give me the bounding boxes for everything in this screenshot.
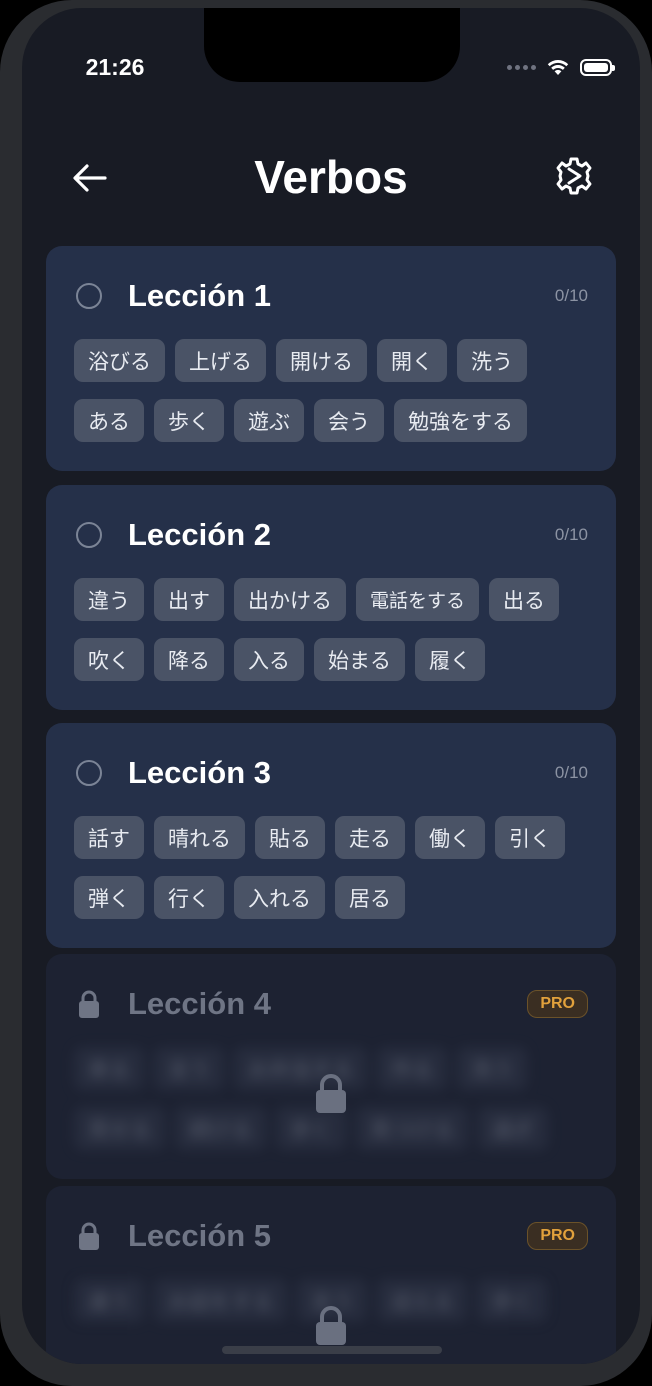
verb-chip: 見せる (74, 1107, 165, 1150)
verb-chip: 歩く (477, 1279, 548, 1322)
verb-chip: 迎える (377, 1279, 468, 1322)
verb-chip[interactable]: 出す (154, 578, 224, 621)
verb-chip[interactable]: 弾く (74, 876, 144, 919)
verb-chip[interactable]: 上げる (175, 339, 266, 382)
verb-chip[interactable]: 話す (74, 816, 144, 859)
verb-chip[interactable]: 出る (489, 578, 560, 621)
lesson-progress: 0/10 (554, 286, 588, 305)
gear-icon (556, 157, 592, 195)
lesson-card-4-locked[interactable]: Lección 4 PRO 来る 言う お弁当する 作る 洗う 見せる 続ける … (46, 954, 616, 1179)
verb-chip[interactable]: 吹く (74, 638, 144, 681)
phone-frame: 21:26 Verbos Lección 1 0/10 浴びる 上げる 開ける … (0, 0, 652, 1386)
verb-chip[interactable]: 電話をする (356, 578, 480, 621)
verb-chip: 過ぎ (478, 1107, 548, 1150)
verb-chip[interactable]: 開く (377, 339, 447, 382)
lesson-card-1[interactable]: Lección 1 0/10 浴びる 上げる 開ける 開く 洗う ある 歩く 遊… (46, 246, 616, 471)
verb-chip: 続ける (175, 1107, 266, 1150)
verb-chip[interactable]: 違う (74, 578, 144, 621)
lock-icon (79, 990, 99, 1018)
app-screen: 21:26 Verbos Lección 1 0/10 浴びる 上げる 開ける … (22, 8, 640, 1364)
verb-chip: 洗う (457, 1047, 527, 1090)
verb-chip[interactable]: 勉強をする (394, 399, 527, 442)
verb-chip-list: 浴びる 上げる 開ける 開く 洗う ある 歩く 遊ぶ 会う 勉強をする (74, 339, 596, 442)
verb-chip[interactable]: 始まる (314, 638, 405, 681)
pro-badge: PRO (527, 990, 588, 1018)
lesson-card-5-locked[interactable]: Lección 5 PRO 違う お話をする 言う 迎える 歩く (46, 1186, 616, 1364)
verb-chip[interactable]: 歩く (154, 399, 224, 442)
header: Verbos (22, 138, 640, 218)
battery-icon (580, 58, 615, 76)
verb-chip[interactable]: 入れる (234, 876, 325, 919)
wifi-icon (547, 60, 569, 75)
verb-chip[interactable]: 貼る (255, 816, 325, 859)
lesson-progress: 0/10 (554, 763, 588, 782)
verb-chip: 言う (154, 1047, 224, 1090)
cellular-signal-icon (507, 64, 536, 70)
lesson-3-radio[interactable] (76, 760, 102, 786)
home-indicator (222, 1346, 442, 1354)
verb-chip[interactable]: 出かける (234, 578, 346, 621)
verb-chip[interactable]: 開ける (276, 339, 367, 382)
pro-badge: PRO (527, 1222, 588, 1250)
status-time: 21:26 (85, 54, 145, 80)
lesson-card-3[interactable]: Lección 3 0/10 話す 晴れる 貼る 走る 働く 引く 弾く 行く … (46, 723, 616, 948)
lock-icon (79, 1222, 99, 1250)
lesson-title: Lección 2 (128, 517, 271, 552)
verb-chip[interactable]: 履く (415, 638, 485, 681)
status-icons (507, 58, 615, 76)
verb-chip[interactable]: 入る (234, 638, 304, 681)
verb-chip[interactable]: 引く (495, 816, 565, 859)
verb-chip[interactable]: 降る (154, 638, 224, 681)
verb-chip[interactable]: 洗う (457, 339, 527, 382)
verb-chip-list: 違う 出す 出かける 電話をする 出る 吹く 降る 入る 始まる 履く (74, 578, 596, 681)
verb-chip: 作る (377, 1047, 447, 1090)
settings-button[interactable] (552, 154, 596, 198)
verb-chip: お話をする (154, 1279, 287, 1322)
verb-chip[interactable]: 会う (314, 399, 384, 442)
lesson-title: Lección 1 (128, 278, 271, 313)
verb-chip: 違う (74, 1279, 144, 1322)
page-title: Verbos (254, 151, 408, 203)
lesson-title: Lección 5 (128, 1218, 271, 1253)
verb-chip: 来る (74, 1047, 144, 1090)
lesson-card-2[interactable]: Lección 2 0/10 違う 出す 出かける 電話をする 出る 吹く 降る… (46, 485, 616, 710)
lesson-2-radio[interactable] (76, 522, 102, 548)
verb-chip[interactable]: ある (74, 399, 144, 442)
verb-chip-list: 話す 晴れる 貼る 走る 働く 引く 弾く 行く 入れる 居る (74, 816, 596, 919)
verb-chip[interactable]: 行く (154, 876, 224, 919)
lock-icon (316, 1306, 346, 1345)
verb-chip[interactable]: 晴れる (154, 816, 245, 859)
lesson-progress: 0/10 (554, 525, 588, 544)
notch (204, 8, 460, 82)
lesson-title: Lección 3 (128, 755, 271, 790)
verb-chip[interactable]: 働く (415, 816, 485, 859)
verb-chip[interactable]: 遊ぶ (234, 399, 304, 442)
verb-chip[interactable]: 居る (335, 876, 405, 919)
lock-icon (316, 1074, 346, 1113)
verb-chip[interactable]: 走る (335, 816, 405, 859)
verb-chip: 見つける (356, 1107, 468, 1150)
lesson-1-radio[interactable] (76, 283, 102, 309)
lesson-title: Lección 4 (128, 986, 271, 1021)
verb-chip[interactable]: 浴びる (74, 339, 165, 382)
